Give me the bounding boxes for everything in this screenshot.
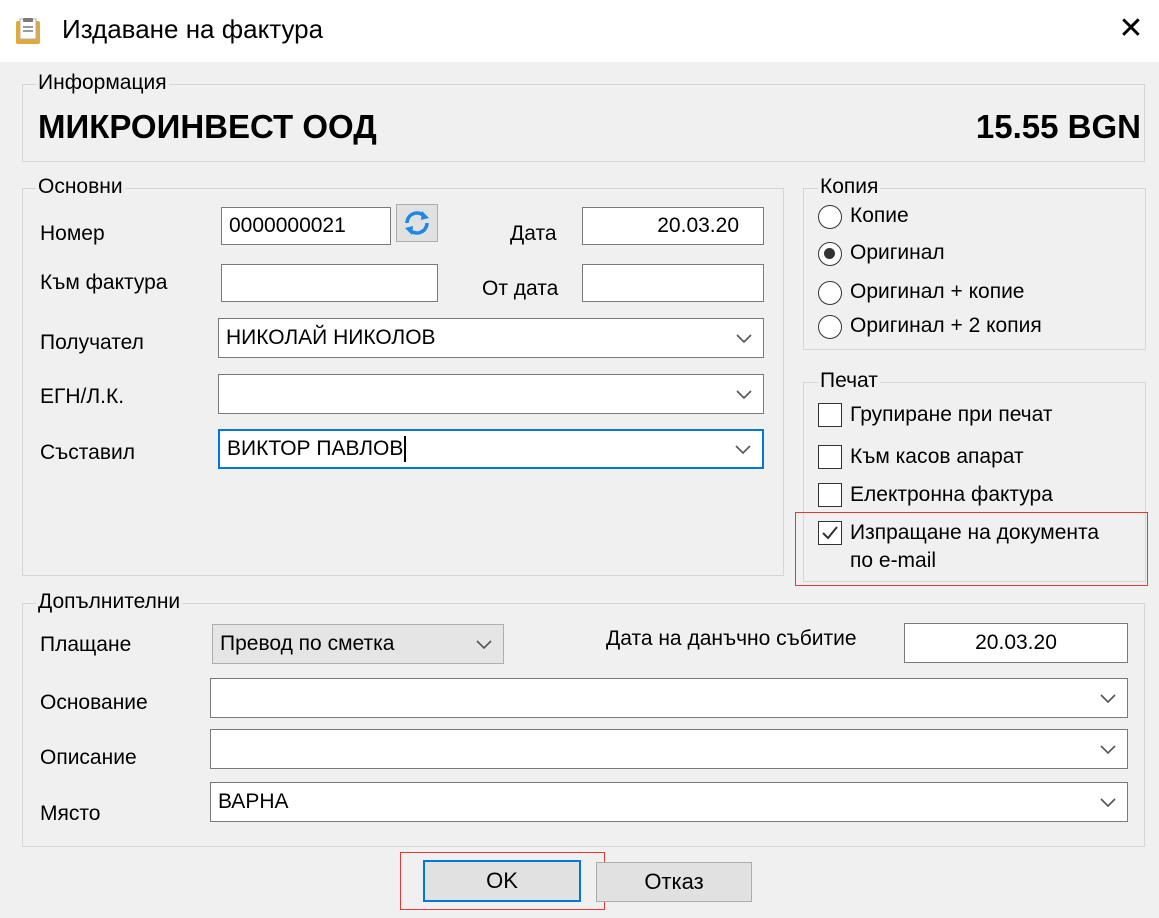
- payment-value: Превод по сметка: [220, 632, 395, 655]
- radio-button[interactable]: [818, 205, 842, 229]
- description-label: Описание: [40, 746, 137, 769]
- payment-label: Плащане: [40, 633, 132, 656]
- basic-legend: Основни: [36, 175, 125, 199]
- check-group-print-label: Групиране при печат: [850, 403, 1053, 426]
- recipient-combo[interactable]: НИКОЛАЙ НИКОЛОВ: [218, 318, 764, 358]
- invoice-app-icon: [16, 18, 40, 44]
- radio-button-selected[interactable]: [818, 242, 842, 266]
- check-group-print[interactable]: Групиране при печат: [818, 400, 1138, 430]
- chevron-down-icon[interactable]: [475, 638, 493, 650]
- info-legend: Информация: [36, 71, 169, 95]
- radio-button[interactable]: [818, 281, 842, 305]
- checkbox[interactable]: [818, 483, 842, 507]
- from-date-label: От дата: [482, 277, 559, 300]
- check-electronic-invoice-label: Електронна фактура: [850, 483, 1053, 506]
- radio-original[interactable]: Оригинал: [818, 240, 1138, 268]
- author-label: Съставил: [40, 441, 135, 464]
- radio-original-plus-2-copies[interactable]: Оригинал + 2 копия: [818, 313, 1138, 341]
- to-invoice-label: Към фактура: [40, 271, 168, 294]
- egn-combo[interactable]: [218, 374, 764, 414]
- basis-label: Основание: [40, 691, 148, 714]
- author-value: ВИКТОР ПАВЛОВ: [227, 437, 404, 460]
- company-name: МИКРОИНВЕСТ ООД: [38, 108, 377, 145]
- payment-dropdown[interactable]: Превод по сметка: [212, 624, 504, 664]
- ok-button-highlight: [400, 852, 605, 910]
- basis-combo[interactable]: [210, 678, 1128, 718]
- recipient-value: НИКОЛАЙ НИКОЛОВ: [226, 326, 436, 349]
- from-date-input[interactable]: [582, 264, 764, 302]
- checkbox[interactable]: [818, 445, 842, 469]
- tax-event-date-input[interactable]: 20.03.20: [904, 623, 1128, 663]
- email-option-highlight: [795, 512, 1148, 586]
- radio-copy[interactable]: Копие: [818, 203, 1138, 231]
- recipient-label: Получател: [40, 331, 144, 354]
- number-input[interactable]: 0000000021: [221, 207, 391, 245]
- chevron-down-icon[interactable]: [735, 388, 753, 400]
- print-legend: Печат: [818, 369, 880, 393]
- date-input[interactable]: 20.03.20: [582, 207, 764, 245]
- cancel-button[interactable]: Отказ: [596, 862, 752, 902]
- radio-original-plus-2-copies-label: Оригинал + 2 копия: [850, 314, 1042, 337]
- radio-original-plus-copy-label: Оригинал + копие: [850, 280, 1025, 303]
- radio-button[interactable]: [818, 315, 842, 339]
- invoice-amount: 15.55 BGN: [975, 108, 1141, 145]
- place-value: ВАРНА: [218, 790, 289, 813]
- check-cash-register-label: Към касов апарат: [850, 445, 1024, 468]
- place-combo[interactable]: ВАРНА: [210, 782, 1128, 822]
- close-icon[interactable]: ✕: [1117, 14, 1145, 46]
- chevron-down-icon[interactable]: [1099, 796, 1117, 808]
- window-title: Издаване на фактура: [62, 14, 324, 44]
- extra-legend: Допълнителни: [36, 590, 183, 614]
- date-label: Дата: [510, 222, 557, 245]
- egn-label: ЕГН/Л.К.: [40, 385, 125, 408]
- check-electronic-invoice[interactable]: Електронна фактура: [818, 480, 1138, 510]
- copy-legend: Копия: [818, 175, 881, 199]
- refresh-number-button[interactable]: [396, 204, 438, 242]
- chevron-down-icon[interactable]: [1099, 692, 1117, 704]
- tax-event-date-label: Дата на данъчно събитие: [606, 627, 857, 650]
- to-invoice-input[interactable]: [221, 264, 438, 302]
- number-label: Номер: [40, 222, 105, 245]
- check-cash-register[interactable]: Към касов апарат: [818, 442, 1138, 472]
- text-cursor: [404, 436, 407, 462]
- radio-copy-label: Копие: [850, 204, 909, 227]
- chevron-down-icon[interactable]: [734, 443, 752, 455]
- radio-original-plus-copy[interactable]: Оригинал + копие: [818, 279, 1138, 307]
- place-label: Място: [40, 802, 101, 825]
- checkbox[interactable]: [818, 403, 842, 427]
- author-combo[interactable]: ВИКТОР ПАВЛОВ: [218, 429, 764, 469]
- radio-original-label: Оригинал: [850, 241, 945, 264]
- refresh-icon: [405, 211, 429, 235]
- description-combo[interactable]: [210, 729, 1128, 769]
- chevron-down-icon[interactable]: [1099, 743, 1117, 755]
- chevron-down-icon[interactable]: [735, 332, 753, 344]
